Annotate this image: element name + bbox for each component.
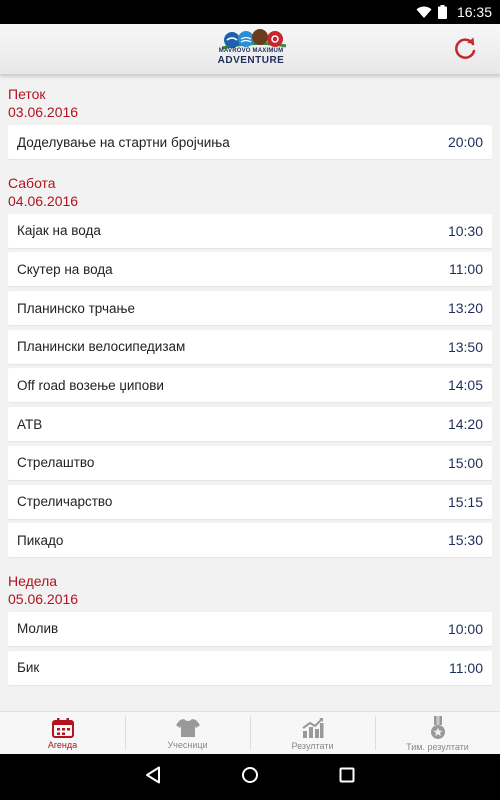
event-name: Планинско трчање bbox=[17, 300, 136, 316]
day-header: Сабота 04.06.2016 bbox=[0, 164, 500, 214]
event-time: 13:50 bbox=[447, 338, 483, 355]
battery-icon bbox=[437, 5, 447, 19]
event-time: 10:30 bbox=[447, 222, 483, 239]
agenda-list[interactable]: Петок 03.06.2016 Доделување на стартни б… bbox=[0, 75, 500, 711]
event-name: Скутер на вода bbox=[17, 261, 113, 277]
tab-agenda-label: Агенда bbox=[47, 739, 78, 750]
logo-subtitle: MAVROVO MAXIMUM bbox=[218, 48, 284, 54]
event-row[interactable]: Молив 10:00 bbox=[8, 611, 492, 646]
event-name: Бик bbox=[17, 660, 40, 676]
tab-results[interactable]: Резултати bbox=[250, 712, 375, 755]
event-time: 15:15 bbox=[447, 493, 483, 510]
back-icon bbox=[146, 766, 160, 783]
event-time: 13:20 bbox=[447, 300, 483, 317]
app-bar: MAVROVO MAXIMUM ADVENTURE bbox=[0, 24, 500, 75]
status-bar: 16:35 bbox=[0, 0, 500, 24]
day-header: Петок 03.06.2016 bbox=[0, 75, 500, 125]
event-time: 20:00 bbox=[447, 134, 483, 150]
system-nav-bar bbox=[0, 754, 500, 800]
event-time: 10:00 bbox=[447, 620, 483, 637]
refresh-icon bbox=[455, 37, 476, 59]
event-row[interactable]: Пикадо 15:30 bbox=[8, 523, 492, 558]
tab-results-label: Резултати bbox=[291, 740, 334, 751]
tab-agenda[interactable]: Агенда bbox=[0, 712, 125, 755]
app-logo: MAVROVO MAXIMUM ADVENTURE bbox=[210, 28, 292, 70]
event-row[interactable]: Скутер на вода 11:00 bbox=[8, 252, 492, 287]
logo-emblem-icon bbox=[221, 29, 287, 50]
calendar-icon bbox=[51, 717, 74, 738]
event-time: 14:20 bbox=[447, 416, 483, 433]
event-list: Молив 10:00 Бик 11:00 bbox=[8, 611, 492, 685]
event-name: Стрелаштво bbox=[17, 455, 95, 471]
day-name: Недела bbox=[8, 572, 58, 589]
event-name: Планински велосипедизам bbox=[17, 339, 186, 355]
day-name: Сабота bbox=[8, 174, 56, 191]
event-list: Кајак на вода 10:30 Скутер на вода 11:00… bbox=[8, 213, 492, 558]
tab-team-results-label: Тим. резултати bbox=[406, 741, 469, 752]
event-time: 15:00 bbox=[447, 454, 483, 471]
event-name: Молив bbox=[17, 621, 59, 637]
status-time: 16:35 bbox=[456, 4, 492, 20]
refresh-button[interactable] bbox=[452, 36, 478, 62]
event-name: Пикадо bbox=[17, 532, 64, 548]
event-list: Доделување на стартни бројчиња 20:00 bbox=[8, 125, 492, 159]
event-row[interactable]: Стреличарство 15:15 bbox=[8, 484, 492, 519]
event-name: Off road возење џипови bbox=[17, 377, 164, 393]
medal-icon bbox=[430, 715, 445, 739]
tab-team-results[interactable]: Тим. резултати bbox=[375, 712, 500, 755]
tab-participants-label: Учесници bbox=[167, 739, 208, 750]
event-name: Доделување на стартни бројчиња bbox=[17, 134, 230, 150]
bottom-nav: Агенда Учесници Резултати Тим. резултати bbox=[0, 711, 500, 755]
home-icon bbox=[242, 766, 258, 783]
day-date: 05.06.2016 bbox=[8, 590, 79, 607]
logo-title: ADVENTURE bbox=[217, 55, 285, 66]
event-row[interactable]: Off road возење џипови 14:05 bbox=[8, 368, 492, 403]
recents-icon bbox=[339, 767, 355, 782]
event-row[interactable]: АТВ 14:20 bbox=[8, 407, 492, 442]
event-row[interactable]: Стрелаштво 15:00 bbox=[8, 445, 492, 480]
day-date: 04.06.2016 bbox=[8, 192, 79, 209]
event-row[interactable]: Бик 11:00 bbox=[8, 650, 492, 685]
wifi-icon bbox=[416, 6, 432, 18]
event-time: 11:00 bbox=[449, 261, 483, 278]
home-button[interactable] bbox=[241, 766, 259, 789]
event-time: 11:00 bbox=[449, 659, 483, 676]
event-row[interactable]: Кајак на вода 10:30 bbox=[8, 213, 492, 248]
day-header: Недела 05.06.2016 bbox=[0, 562, 500, 612]
event-name: АТВ bbox=[17, 416, 43, 432]
event-row[interactable]: Планинско трчање 13:20 bbox=[8, 291, 492, 326]
back-button[interactable] bbox=[145, 766, 161, 789]
event-name: Стреличарство bbox=[17, 494, 113, 509]
event-time: 15:30 bbox=[447, 532, 483, 549]
recents-button[interactable] bbox=[339, 767, 355, 788]
event-time: 14:05 bbox=[447, 377, 483, 394]
shirt-icon bbox=[175, 718, 200, 737]
event-row[interactable]: Доделување на стартни бројчиња 20:00 bbox=[8, 125, 492, 159]
event-row[interactable]: Планински велосипедизам 13:50 bbox=[8, 329, 492, 364]
chart-icon bbox=[301, 717, 323, 738]
event-name: Кајак на вода bbox=[17, 223, 101, 239]
day-name: Петок bbox=[8, 86, 46, 102]
tab-participants[interactable]: Учесници bbox=[125, 712, 250, 755]
day-date: 03.06.2016 bbox=[8, 104, 79, 120]
